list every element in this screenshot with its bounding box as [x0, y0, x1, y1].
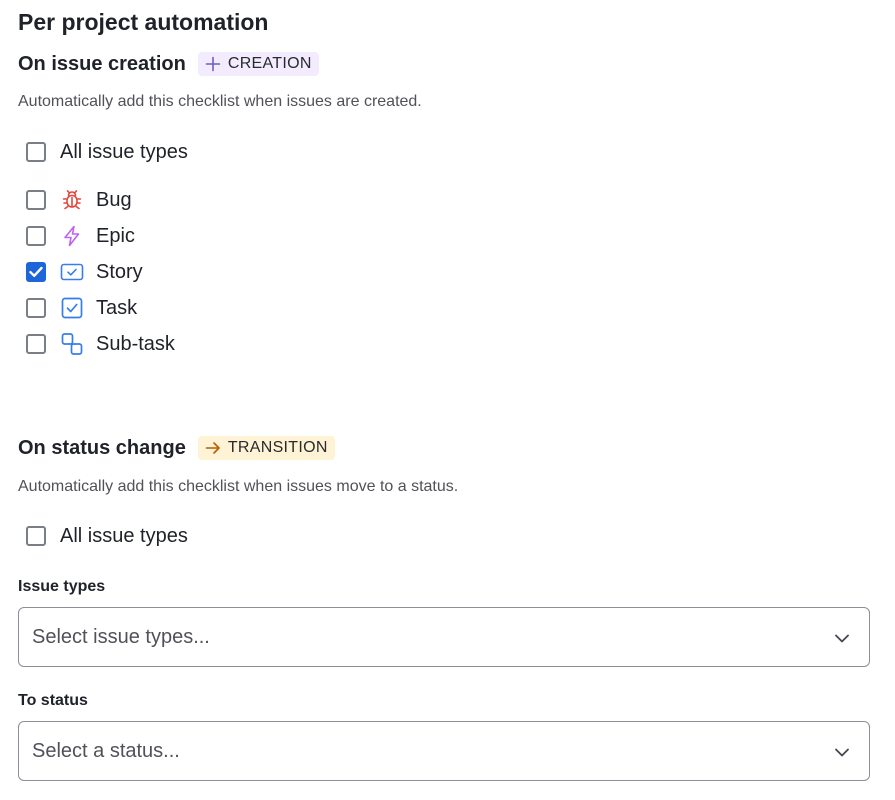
issue-type-label: Story: [96, 260, 143, 283]
transition-section-header: On status change TRANSITION: [18, 436, 335, 460]
transition-all-issue-types-checkbox[interactable]: All issue types: [26, 523, 188, 549]
checkbox[interactable]: [26, 526, 46, 546]
subtask-icon: [60, 332, 84, 356]
bug-icon: [60, 188, 84, 212]
transition-badge-label: TRANSITION: [227, 439, 328, 456]
checkbox[interactable]: [26, 142, 46, 162]
issue-type-label: Bug: [96, 188, 132, 211]
issue-type-label: Sub-task: [96, 332, 175, 355]
task-icon: [60, 296, 84, 320]
plus-icon: [204, 55, 222, 73]
issue-type-story-checkbox[interactable]: Story: [26, 259, 143, 285]
checkbox[interactable]: [26, 334, 46, 354]
issue-type-bug-checkbox[interactable]: Bug: [26, 187, 132, 213]
creation-all-issue-types-checkbox[interactable]: All issue types: [26, 139, 188, 165]
issue-types-field-label: Issue types: [18, 578, 106, 595]
story-icon: [60, 260, 84, 284]
issue-type-sub-task-checkbox[interactable]: Sub-task: [26, 331, 175, 357]
creation-description: Automatically add this checklist when is…: [18, 93, 422, 110]
creation-badge-label: CREATION: [227, 55, 312, 72]
chevron-down-icon: [832, 628, 852, 648]
issue-type-epic-checkbox[interactable]: Epic: [26, 223, 135, 249]
to-status-field-label: To status: [18, 692, 88, 709]
issue-type-label: Task: [96, 296, 138, 319]
checkbox-label: All issue types: [60, 524, 188, 547]
creation-section-title: On issue creation: [18, 52, 186, 75]
checkbox[interactable]: [26, 226, 46, 246]
issue-types-select[interactable]: Select issue types...: [18, 607, 870, 667]
transition-section-title: On status change: [18, 436, 186, 459]
creation-section-header: On issue creation CREATION: [18, 52, 319, 76]
checkbox-label: All issue types: [60, 140, 188, 163]
lightning-icon: [60, 224, 84, 248]
checkbox[interactable]: [26, 298, 46, 318]
arrow-right-icon: [204, 439, 222, 457]
creation-badge: CREATION: [197, 52, 319, 76]
page-title: Per project automation: [18, 9, 269, 35]
transition-description: Automatically add this checklist when is…: [18, 478, 459, 495]
to-status-select-placeholder: Select a status...: [32, 740, 180, 762]
checkbox-checked[interactable]: [26, 262, 46, 282]
issue-types-select-placeholder: Select issue types...: [32, 626, 210, 648]
chevron-down-icon: [832, 742, 852, 762]
issue-type-label: Epic: [96, 224, 135, 247]
issue-type-task-checkbox[interactable]: Task: [26, 295, 137, 321]
checkbox[interactable]: [26, 190, 46, 210]
to-status-select[interactable]: Select a status...: [18, 721, 870, 781]
transition-badge: TRANSITION: [197, 436, 335, 460]
